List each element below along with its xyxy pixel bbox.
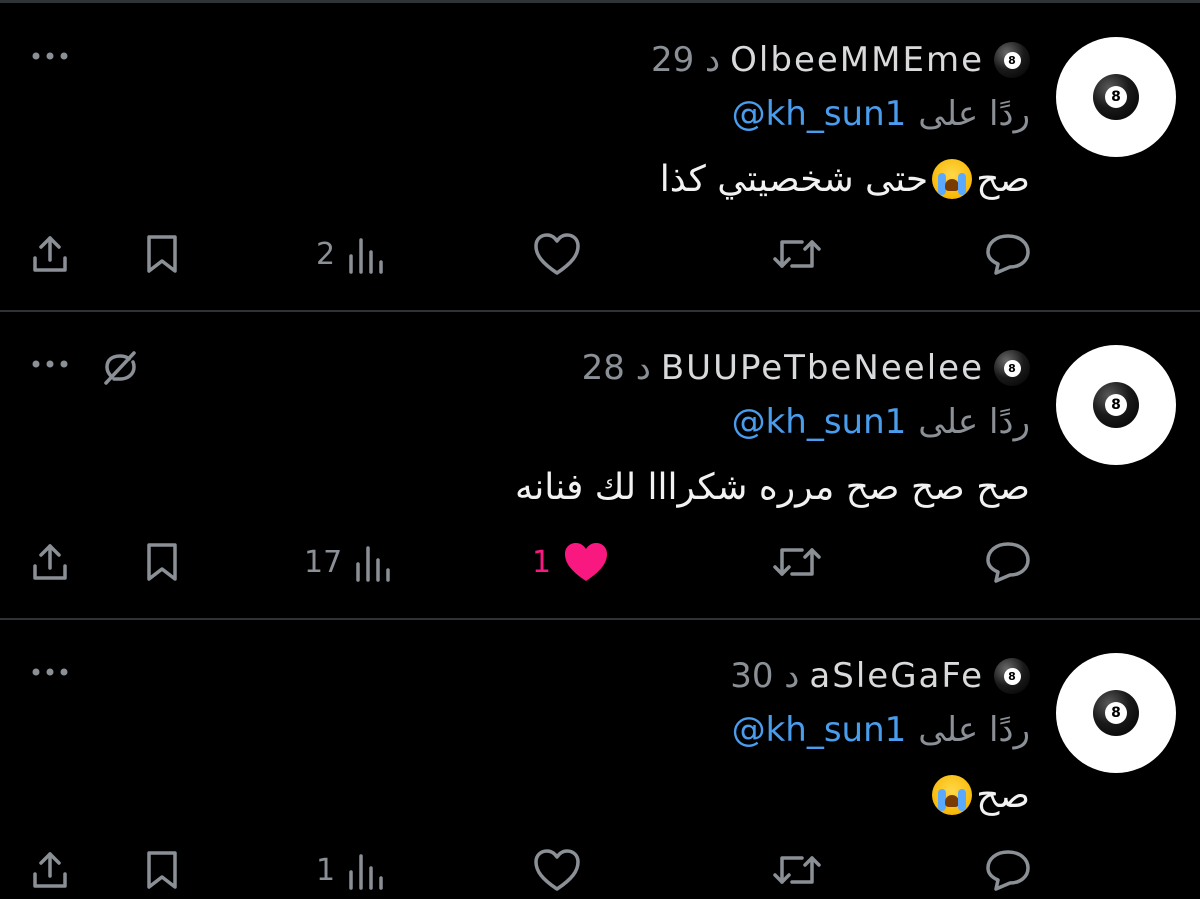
share-icon	[33, 852, 67, 888]
like-button[interactable]	[532, 846, 582, 894]
tweet[interactable]: 8 29 د OlbeeMMEme 8 @kh_sun1 ردًا على صح…	[0, 4, 1200, 312]
tweet-feed: 8 29 د OlbeeMMEme 8 @kh_sun1 ردًا على صح…	[0, 0, 1200, 899]
action-bar: 1	[0, 842, 1200, 898]
tweet-time[interactable]: 28 د	[582, 348, 651, 388]
reply-prefix: ردًا على	[918, 710, 1030, 750]
tweet-header: 29 د OlbeeMMEme 8	[651, 40, 1030, 80]
tweet-text-end: حتى شخصيتي كذا	[659, 158, 929, 200]
loudly-crying-face-icon	[932, 775, 973, 815]
tweet-text: صح	[928, 770, 1030, 820]
avatar[interactable]: 8	[1056, 345, 1176, 465]
views-button[interactable]: 1	[316, 846, 389, 894]
views-count: 17	[304, 544, 343, 580]
eight-ball-icon: 8	[994, 350, 1030, 386]
reply-button[interactable]	[984, 846, 1032, 894]
like-icon	[534, 849, 580, 891]
tweet[interactable]: 8 28 د BUUPeTbeNeelee 8 @kh_sun1 ردًا عل…	[0, 312, 1200, 620]
bookmark-icon	[147, 235, 177, 273]
reply-handle[interactable]: @kh_sun1	[732, 94, 907, 134]
bookmark-icon	[147, 851, 177, 889]
retweet-icon	[773, 240, 821, 268]
avatar[interactable]: 8	[1056, 653, 1176, 773]
views-icon	[349, 238, 383, 274]
reply-prefix: ردًا على	[918, 94, 1030, 134]
views-count: 2	[316, 236, 336, 272]
reply-icon	[986, 850, 1030, 891]
retweet-button[interactable]	[772, 846, 822, 894]
avatar[interactable]: 8	[1056, 37, 1176, 157]
tweet-time[interactable]: 30 د	[730, 656, 799, 696]
views-icon	[356, 546, 390, 582]
tweet-text-start: صح	[976, 774, 1030, 816]
share-button[interactable]	[28, 538, 72, 586]
action-bar: 17 1	[0, 534, 1200, 590]
eight-ball-icon: 8	[1093, 74, 1139, 120]
author-name[interactable]: aSleGaFe	[809, 656, 984, 696]
bookmark-button[interactable]	[140, 538, 184, 586]
bookmark-button[interactable]	[140, 846, 184, 894]
author-name[interactable]: OlbeeMMEme	[730, 40, 984, 80]
views-icon	[349, 854, 383, 890]
like-button[interactable]: 1	[532, 538, 611, 586]
share-button[interactable]	[28, 230, 72, 278]
tweet-text-start: صح	[976, 158, 1030, 200]
tweet-header: 30 د aSleGaFe 8	[730, 656, 1030, 696]
more-icon[interactable]	[30, 662, 70, 682]
retweet-button[interactable]	[772, 230, 822, 278]
likes-count: 1	[532, 544, 552, 580]
reply-handle[interactable]: @kh_sun1	[732, 710, 907, 750]
eight-ball-icon: 8	[1093, 382, 1139, 428]
like-icon	[534, 233, 580, 275]
action-bar: 2	[0, 226, 1200, 282]
reply-context: @kh_sun1 ردًا على	[732, 400, 1030, 444]
reply-button[interactable]	[984, 230, 1032, 278]
views-button[interactable]: 2	[316, 230, 389, 278]
tweet-text: صح حتى شخصيتي كذا	[660, 154, 1030, 204]
retweet-button[interactable]	[772, 538, 822, 586]
more-icon[interactable]	[30, 46, 70, 66]
like-filled-icon	[565, 543, 608, 581]
tweet-text-body: صح صح صح مرره شكرااا لك فنانه	[514, 466, 1030, 508]
reply-handle[interactable]: @kh_sun1	[732, 402, 907, 442]
share-icon	[33, 544, 67, 580]
tweet-text: صح صح صح مرره شكرااا لك فنانه	[515, 462, 1030, 512]
bookmark-icon	[147, 543, 177, 581]
author-name[interactable]: BUUPeTbeNeelee	[661, 348, 984, 388]
share-button[interactable]	[28, 846, 72, 894]
tweet-header: 28 د BUUPeTbeNeelee 8	[582, 348, 1030, 388]
reply-icon	[986, 234, 1030, 275]
views-count: 1	[316, 852, 336, 888]
retweet-icon	[773, 548, 821, 576]
reply-context: @kh_sun1 ردًا على	[732, 92, 1030, 136]
eight-ball-icon: 8	[994, 658, 1030, 694]
tweet[interactable]: 8 30 د aSleGaFe 8 @kh_sun1 ردًا على صح 1	[0, 620, 1200, 899]
tweet-time[interactable]: 29 د	[651, 40, 720, 80]
reply-button[interactable]	[984, 538, 1032, 586]
eight-ball-icon: 8	[994, 42, 1030, 78]
top-border	[0, 0, 1200, 3]
retweet-icon	[773, 856, 821, 884]
more-icon[interactable]	[30, 354, 70, 374]
mute-icon[interactable]	[100, 348, 140, 388]
loudly-crying-face-icon	[932, 159, 973, 199]
share-icon	[33, 236, 67, 272]
bookmark-button[interactable]	[140, 230, 184, 278]
views-button[interactable]: 17	[304, 538, 396, 586]
reply-icon	[986, 542, 1030, 583]
eight-ball-icon: 8	[1093, 690, 1139, 736]
reply-context: @kh_sun1 ردًا على	[732, 708, 1030, 752]
like-button[interactable]	[532, 230, 582, 278]
reply-prefix: ردًا على	[918, 402, 1030, 442]
